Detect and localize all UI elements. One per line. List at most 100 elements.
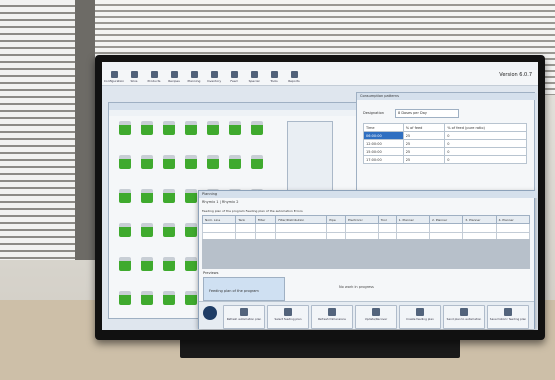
planning-cell[interactable] [345, 223, 379, 233]
planning-col-header: 1. Planner [395, 215, 430, 224]
silo-icon[interactable] [141, 291, 153, 305]
planning-col-header: Filter/Distribution [275, 215, 328, 224]
planning-action-button[interactable]: Update/Recover [355, 305, 397, 329]
toolbar-button[interactable]: Products [146, 70, 162, 85]
silo-icon[interactable] [185, 223, 197, 237]
window-frame [75, 0, 95, 260]
planning-cell[interactable] [326, 223, 347, 233]
table-row[interactable] [201, 223, 531, 233]
toolbar-button[interactable]: Inventory [206, 70, 222, 85]
planning-action-button[interactable]: Refresh automation plan [223, 305, 265, 329]
silo-icon[interactable] [163, 223, 175, 237]
document-icon [284, 308, 292, 316]
cell-pure[interactable]: 0 [444, 155, 527, 164]
planning-action-button[interactable]: Create feeding plan [399, 305, 441, 329]
consumption-window-title: Consumption patterns [357, 93, 537, 100]
toolbar-button[interactable]: Special [246, 70, 262, 85]
planning-col-header: 4. Planner [495, 215, 531, 224]
planning-cell[interactable] [428, 223, 464, 233]
silo-icon[interactable] [185, 291, 197, 305]
silo-icon[interactable] [185, 155, 197, 169]
document-icon [460, 308, 468, 316]
planning-action-button[interactable]: Send plan to automation [443, 305, 485, 329]
cell-pct[interactable]: 25 [402, 131, 446, 140]
col-pure: % of feed (pure ratio) [444, 123, 527, 132]
toolbar-label: Reports [288, 79, 300, 83]
planning-action-button[interactable]: Refresh Dimensions [311, 305, 353, 329]
planning-action-button[interactable]: Save historic feeding plan [487, 305, 529, 329]
planning-cell[interactable] [275, 223, 328, 233]
silo-icon[interactable] [119, 121, 131, 135]
table-row[interactable]: 06:00:00 25 0 [363, 131, 527, 140]
silo-icon[interactable] [141, 189, 153, 203]
silo-icon[interactable] [119, 257, 131, 271]
silo-icon[interactable] [163, 155, 175, 169]
cell-pct[interactable]: 25 [402, 155, 446, 164]
planning-cell[interactable] [495, 223, 531, 233]
toolbar-button[interactable]: Silos [126, 70, 142, 85]
silo-icon[interactable] [119, 223, 131, 237]
cell-pure[interactable]: 0 [444, 139, 527, 148]
cell-pure[interactable]: 0 [444, 147, 527, 156]
silo-icon[interactable] [207, 155, 219, 169]
silo-icon[interactable] [207, 121, 219, 135]
silo-icon[interactable] [163, 121, 175, 135]
window-blinds-left [0, 0, 75, 260]
silo-icon[interactable] [119, 189, 131, 203]
toolbar-icon [110, 71, 118, 78]
toolbar-button[interactable]: Tools [266, 70, 282, 85]
planning-menu[interactable]: Feeding plan of the program Feeding plan… [202, 209, 303, 213]
planning-subtitle: Rhymix 1 | Rhymix 2 [202, 200, 239, 204]
planning-action-button[interactable]: Select feeding plan [267, 305, 309, 329]
silo-icon[interactable] [185, 257, 197, 271]
document-icon [504, 308, 512, 316]
silo-icon[interactable] [163, 257, 175, 271]
cell-time[interactable]: 15:00:00 [363, 147, 404, 156]
cell-pct[interactable]: 25 [402, 147, 446, 156]
silo-icon[interactable] [185, 189, 197, 203]
silo-icon[interactable] [141, 257, 153, 271]
planning-cell[interactable] [235, 223, 256, 233]
cell-pct[interactable]: 25 [402, 139, 446, 148]
lock-icon[interactable] [203, 306, 217, 320]
col-time: Time [363, 123, 404, 132]
silo-icon[interactable] [251, 121, 263, 135]
silo-icon[interactable] [251, 155, 263, 169]
table-row[interactable]: 12:00:00 25 0 [363, 139, 527, 148]
cell-time[interactable]: 17:00:00 [363, 155, 404, 164]
button-label: Refresh Dimensions [318, 317, 346, 321]
toolbar-label: Silos [130, 79, 138, 83]
planning-cell[interactable] [201, 223, 237, 233]
toolbar-button[interactable]: Feed [226, 70, 242, 85]
toolbar-button[interactable]: Recipes [166, 70, 182, 85]
silo-icon[interactable] [119, 155, 131, 169]
planning-table: Nom. Line Tank Filter Filter/Distribution Pi… [201, 215, 531, 242]
cell-time[interactable]: 12:00:00 [363, 139, 404, 148]
planning-cell[interactable] [254, 223, 277, 233]
button-label: Save historic feeding plan [489, 317, 527, 321]
table-row[interactable]: 17:00:00 25 0 [363, 155, 527, 164]
cell-pure[interactable]: 0 [444, 131, 527, 140]
cell-time[interactable]: 06:00:00 [363, 131, 404, 140]
silo-icon[interactable] [163, 291, 175, 305]
silo-icon[interactable] [141, 155, 153, 169]
table-row[interactable]: 15:00:00 25 0 [363, 147, 527, 156]
planning-col-header: Pipe [326, 215, 347, 224]
silo-icon[interactable] [141, 121, 153, 135]
toolbar-button[interactable]: Reports [286, 70, 302, 85]
silo-icon[interactable] [229, 121, 241, 135]
toolbar-label: Inventory [206, 79, 222, 83]
planning-cell[interactable] [462, 223, 497, 233]
toolbar-button[interactable]: Planning [186, 70, 202, 85]
designation-field[interactable]: 8 Doses per Day [395, 109, 459, 118]
monitor-stand [180, 338, 460, 358]
silo-icon[interactable] [229, 155, 241, 169]
silo-icon[interactable] [141, 223, 153, 237]
toolbar-icon [270, 71, 278, 78]
planning-cell[interactable] [395, 223, 430, 233]
toolbar-button[interactable]: Configuration [104, 70, 124, 85]
silo-icon[interactable] [163, 189, 175, 203]
planning-cell[interactable] [377, 223, 397, 233]
silo-icon[interactable] [185, 121, 197, 135]
silo-icon[interactable] [119, 291, 131, 305]
